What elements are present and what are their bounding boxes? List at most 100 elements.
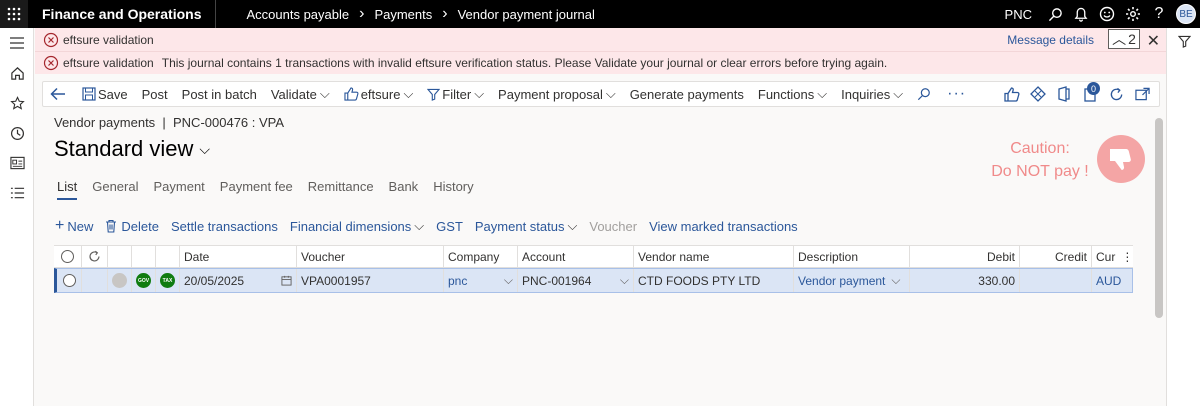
gst-button[interactable]: GST (436, 219, 463, 234)
collapse-messages-button[interactable]: ︿ 2 (1108, 29, 1140, 49)
column-header-currency[interactable]: Cur ⋮ (1092, 246, 1133, 267)
save-button[interactable]: Save (75, 87, 135, 102)
tax-badge-icon: TAX (160, 273, 175, 288)
currency-cell[interactable]: AUD (1092, 269, 1130, 292)
view-marked-transactions-button[interactable]: View marked transactions (649, 219, 798, 234)
delete-button[interactable]: Delete (105, 219, 159, 234)
column-header-credit[interactable]: Credit (1020, 246, 1092, 267)
attachments-icon[interactable]: 0 (1077, 82, 1103, 106)
calendar-icon[interactable] (281, 275, 292, 286)
error-circle-icon (43, 55, 59, 71)
company-picker[interactable]: PNC (1005, 7, 1032, 22)
refresh-icon[interactable] (1103, 82, 1129, 106)
financial-dimensions-menu[interactable]: Financial dimensions ⌵ (290, 218, 424, 234)
chevron-down-icon: ⌵ (319, 86, 330, 101)
tab-list[interactable]: List (57, 179, 78, 200)
thumbs-up-icon (344, 87, 359, 101)
company-value: pnc (448, 273, 468, 288)
tab-history[interactable]: History (433, 179, 473, 200)
delete-label: Delete (121, 218, 159, 234)
tab-payment[interactable]: Payment (153, 179, 204, 200)
save-label: Save (98, 86, 128, 102)
tab-remittance[interactable]: Remittance (308, 179, 374, 200)
chevron-down-icon: ⌵ (893, 86, 904, 101)
account-cell[interactable]: PNC-001964 ⌵ (518, 269, 634, 292)
settle-transactions-button[interactable]: Settle transactions (171, 219, 278, 234)
chevron-down-icon[interactable]: ⌵ (891, 273, 900, 288)
back-arrow-icon[interactable] (43, 87, 75, 101)
filter-icon[interactable] (1167, 28, 1200, 54)
thumbs-up-icon[interactable] (999, 82, 1025, 106)
column-header-debit[interactable]: Debit (910, 246, 1020, 267)
star-icon[interactable] (0, 88, 34, 118)
debit-cell[interactable]: 330.00 (910, 269, 1020, 292)
payment-proposal-label: Payment proposal (498, 86, 603, 102)
description-cell[interactable]: Vendor payment ⌵ (794, 269, 910, 292)
tab-payment-fee[interactable]: Payment fee (220, 179, 293, 200)
filter-menu[interactable]: Filter ⌵ (420, 86, 491, 102)
column-header-company[interactable]: Company (444, 246, 518, 267)
clock-icon[interactable] (0, 118, 34, 148)
workspace-icon[interactable] (0, 148, 34, 178)
voucher-cell[interactable]: VPA0001957 (297, 269, 444, 292)
column-header-voucher[interactable]: Voucher (297, 246, 444, 267)
chevron-down-icon[interactable]: ⌵ (620, 273, 629, 288)
eftsure-menu[interactable]: eftsure ⌵ (337, 86, 421, 102)
column-header-vendor-name[interactable]: Vendor name (634, 246, 794, 267)
search-icon[interactable] (1042, 0, 1068, 28)
breadcrumb-payments[interactable]: Payments (374, 7, 432, 22)
post-in-batch-button[interactable]: Post in batch (175, 87, 264, 102)
app-title[interactable]: Finance and Operations (28, 0, 215, 28)
chevron-down-icon[interactable]: ⌵ (504, 273, 513, 288)
chevron-down-icon: ⌵ (605, 86, 616, 101)
page-title: Standard view (54, 136, 194, 161)
modules-list-icon[interactable] (0, 178, 34, 208)
power-apps-icon[interactable] (1025, 82, 1051, 106)
date-cell[interactable]: 20/05/2025 (180, 269, 297, 292)
app-launcher-icon[interactable] (0, 0, 28, 28)
company-cell[interactable]: pnc ⌵ (444, 269, 518, 292)
table-row[interactable]: GOV TAX 20/05/2025 VPA0001957 pnc ⌵ PNC-0… (54, 268, 1133, 293)
view-selector[interactable]: Standard view ⌵ (54, 136, 210, 162)
home-icon[interactable] (0, 58, 34, 88)
post-button[interactable]: Post (135, 87, 175, 102)
more-vertical-icon[interactable]: ⋮ (1121, 250, 1133, 264)
more-options-icon[interactable]: ··· (940, 85, 973, 103)
select-all-radio[interactable] (54, 246, 82, 267)
column-header-description[interactable]: Description (794, 246, 910, 267)
generate-payments-button[interactable]: Generate payments (623, 87, 751, 102)
message-title: eftsure validation (63, 32, 154, 47)
chevron-down-icon: ⌵ (199, 140, 211, 157)
tab-bank[interactable]: Bank (389, 179, 419, 200)
inquiries-menu[interactable]: Inquiries ⌵ (834, 86, 910, 102)
refresh-icon[interactable] (82, 246, 108, 267)
validate-menu[interactable]: Validate ⌵ (264, 86, 337, 102)
message-details-link[interactable]: Message details (1007, 33, 1094, 47)
breadcrumb-vendor-payment-journal[interactable]: Vendor payment journal (458, 7, 595, 22)
grid-header: Date Voucher Company Account Vendor name… (54, 245, 1133, 268)
left-navigation (0, 28, 34, 406)
bell-icon[interactable] (1068, 0, 1094, 28)
column-header-date[interactable]: Date (180, 246, 297, 267)
help-icon[interactable]: ? (1146, 0, 1172, 28)
new-button[interactable]: + New (55, 217, 93, 235)
payment-proposal-menu[interactable]: Payment proposal ⌵ (491, 86, 623, 102)
payment-status-menu[interactable]: Payment status ⌵ (475, 218, 577, 234)
avatar[interactable]: BE (1176, 4, 1196, 24)
vertical-scrollbar[interactable] (1155, 118, 1163, 318)
divider (215, 0, 217, 28)
row-select-radio[interactable] (57, 269, 82, 292)
credit-cell[interactable] (1020, 269, 1092, 292)
search-icon[interactable] (910, 87, 940, 101)
column-header-account[interactable]: Account (518, 246, 634, 267)
office-icon[interactable] (1051, 82, 1077, 106)
functions-menu[interactable]: Functions ⌵ (751, 86, 834, 102)
breadcrumb-accounts-payable[interactable]: Accounts payable (246, 7, 349, 22)
tab-general[interactable]: General (92, 179, 138, 200)
message-bar-2: eftsure validation This journal contains… (35, 51, 1166, 74)
gear-icon[interactable] (1120, 0, 1146, 28)
close-icon[interactable]: ✕ (1147, 31, 1160, 51)
smiley-icon[interactable] (1094, 0, 1120, 28)
hamburger-menu-icon[interactable] (0, 28, 34, 58)
open-new-window-icon[interactable] (1129, 82, 1155, 106)
